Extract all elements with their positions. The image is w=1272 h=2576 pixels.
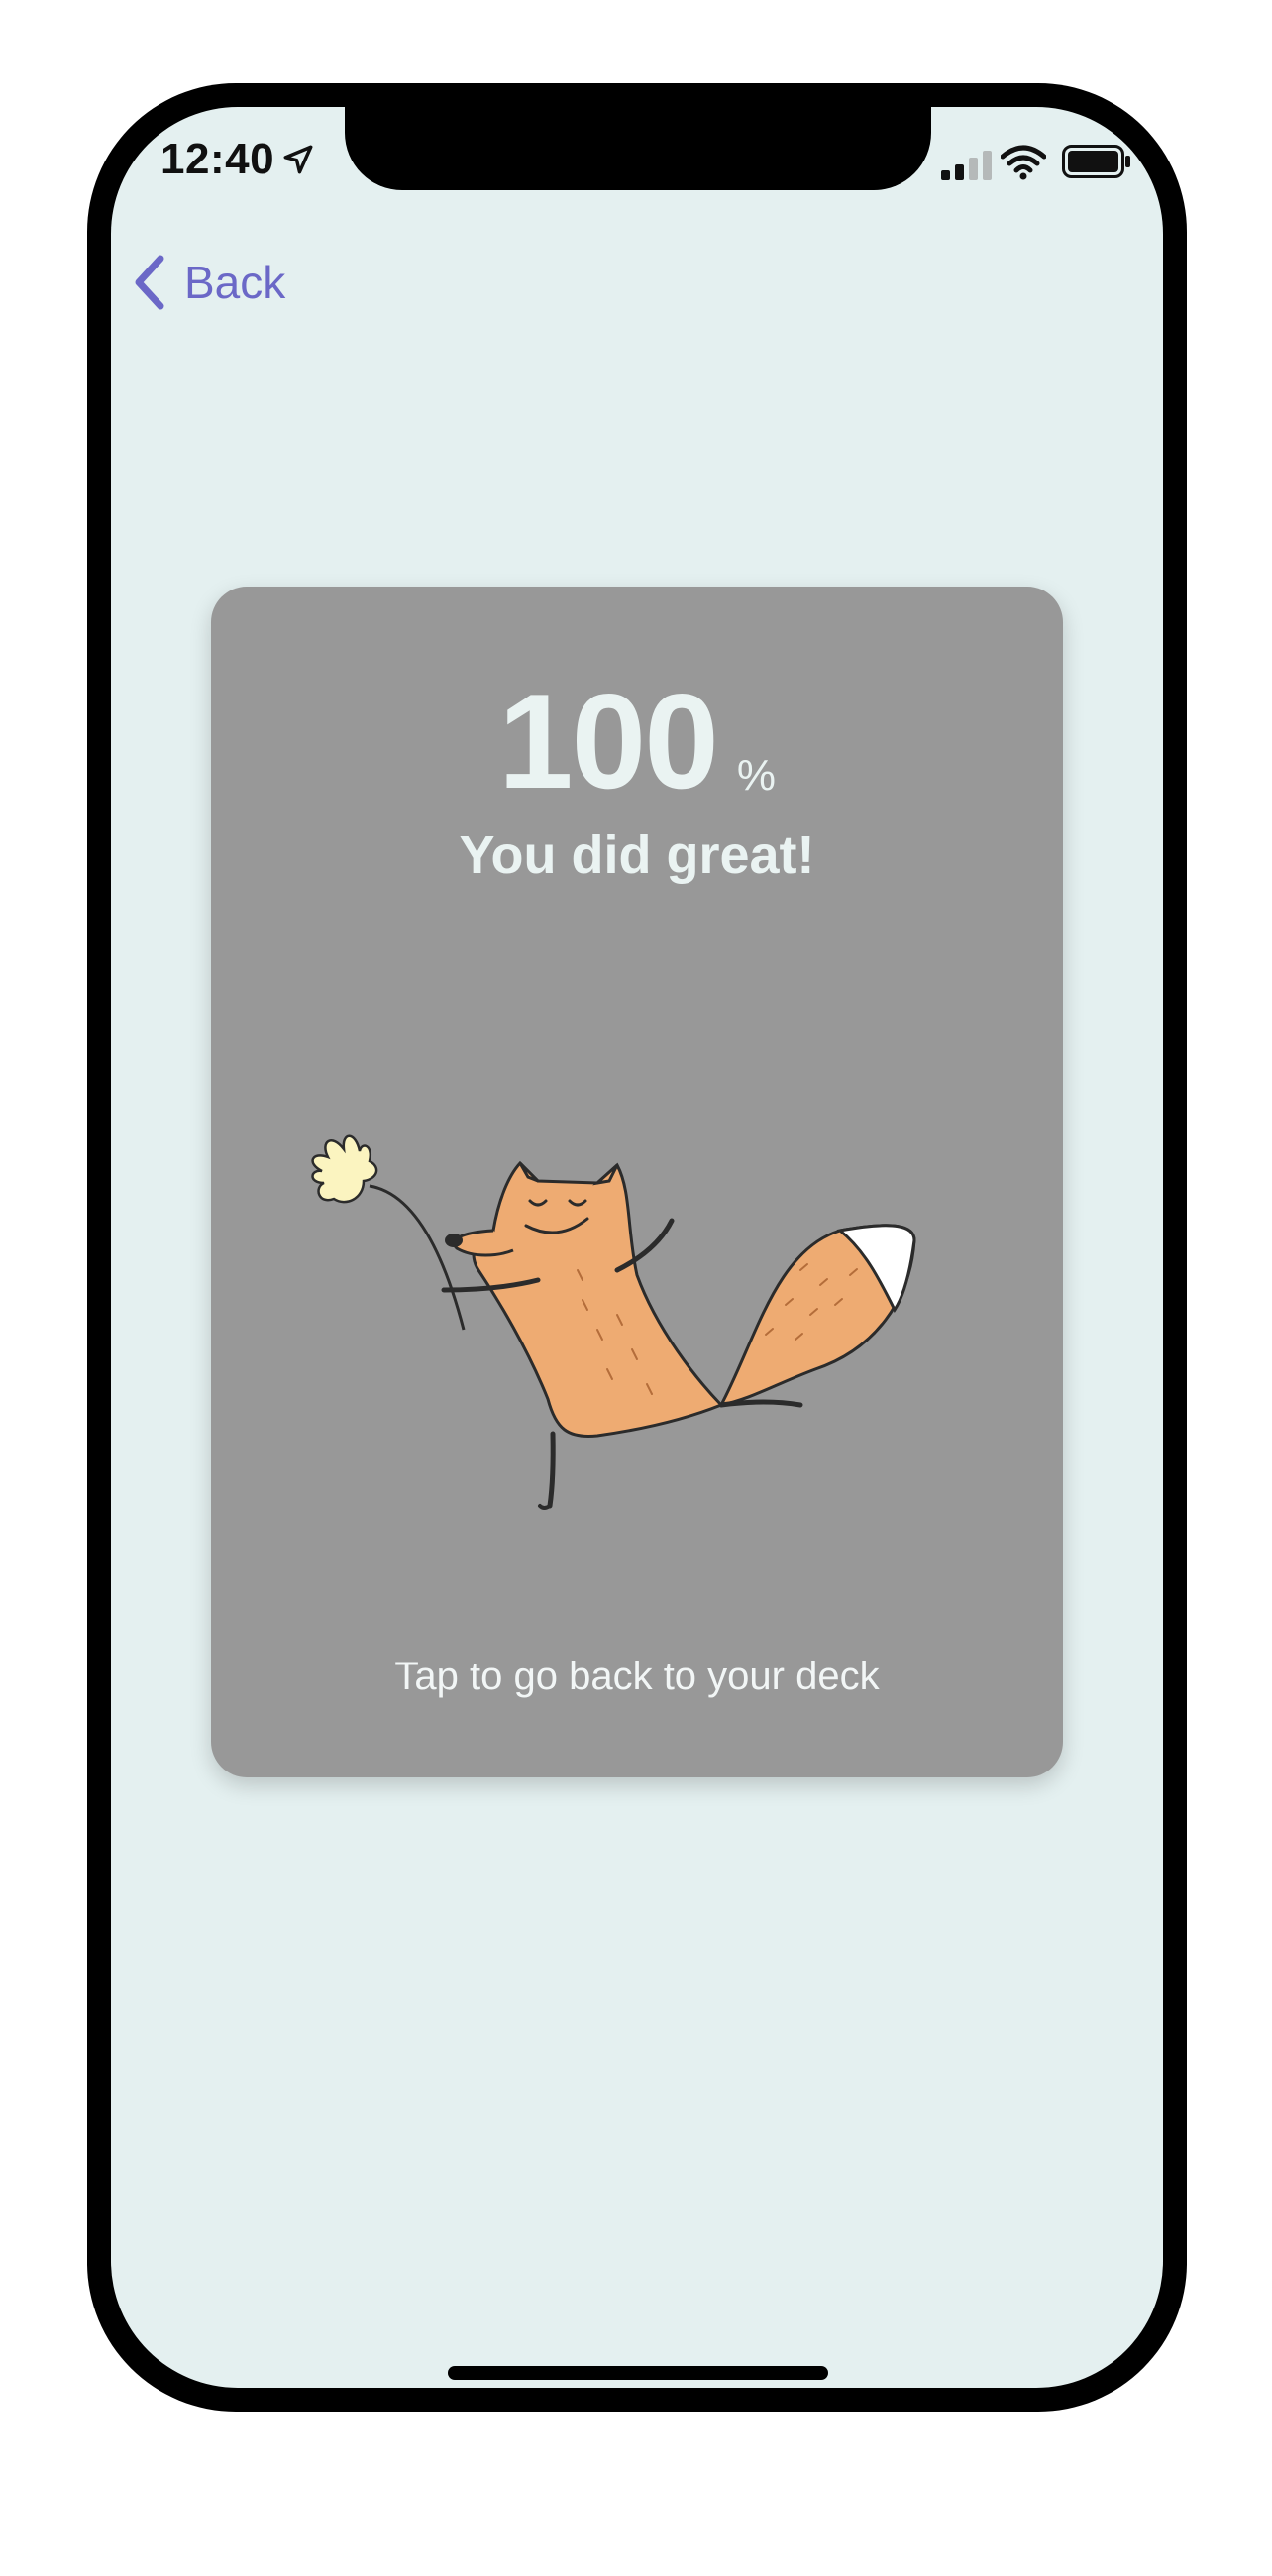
- flower-icon: [311, 1134, 378, 1204]
- home-indicator[interactable]: [448, 2366, 828, 2380]
- chevron-left-icon: [135, 255, 164, 310]
- result-card[interactable]: 100 % You did great! Tap to go back to y…: [211, 587, 1063, 1777]
- device-notch: [345, 107, 931, 190]
- result-headline: You did great!: [459, 825, 815, 885]
- score-unit: %: [736, 751, 777, 800]
- cellular-signal-icon: [941, 151, 992, 180]
- back-button[interactable]: Back: [129, 248, 285, 317]
- dancing-fox-illustration: [311, 1134, 916, 1510]
- score-row: 100 %: [211, 674, 1063, 808]
- back-label: Back: [184, 257, 286, 308]
- score-value: 100: [497, 666, 719, 816]
- app-screen: 12:40 Back 100 % You did great! Tap to g…: [111, 107, 1163, 2388]
- back-to-deck-hint[interactable]: Tap to go back to your deck: [211, 1655, 1063, 1699]
- status-time: 12:40: [160, 135, 275, 183]
- battery-icon: [1062, 145, 1130, 178]
- location-arrow-icon: [283, 145, 313, 174]
- wifi-icon: [1001, 145, 1046, 180]
